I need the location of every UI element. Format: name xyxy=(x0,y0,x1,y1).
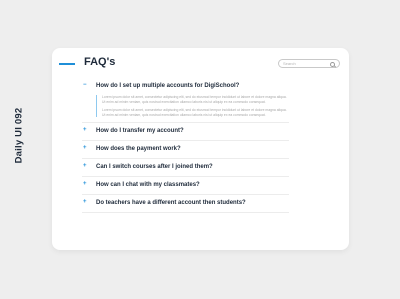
search-icon[interactable] xyxy=(330,61,335,67)
side-label: Daily UI 092 xyxy=(12,92,26,178)
faq-answer: Lorem ipsum dolor sit amet, consectetur … xyxy=(96,95,289,118)
daily-ui-label: Daily UI 092 xyxy=(13,107,25,163)
faq-question[interactable]: How can I chat with my classmates? xyxy=(96,181,289,189)
answer-paragraph: Lorem ipsum dolor sit amet, consectetur … xyxy=(102,95,287,104)
expand-icon[interactable]: + xyxy=(83,180,87,188)
faq-question[interactable]: How does the payment work? xyxy=(96,145,289,153)
faq-item-multiple-accounts[interactable]: − How do I set up multiple accounts for … xyxy=(82,78,289,124)
faq-list: − How do I set up multiple accounts for … xyxy=(82,78,289,214)
faq-question[interactable]: How do I transfer my account? xyxy=(96,127,289,135)
faq-question[interactable]: Can I switch courses after I joined them… xyxy=(96,163,289,171)
faq-item-switch-courses[interactable]: + Can I switch courses after I joined th… xyxy=(82,159,289,178)
expand-icon[interactable]: + xyxy=(83,162,87,170)
faq-item-payment[interactable]: + How does the payment work? xyxy=(82,141,289,160)
expand-icon[interactable]: + xyxy=(83,144,87,152)
faq-item-chat-classmates[interactable]: + How can I chat with my classmates? xyxy=(82,177,289,196)
faq-question[interactable]: Do teachers have a different account the… xyxy=(96,199,289,207)
page-title: FAQ's xyxy=(84,56,116,68)
answer-paragraph: Lorem ipsum dolor sit amet, consectetur … xyxy=(102,108,287,117)
faq-question[interactable]: How do I set up multiple accounts for Di… xyxy=(96,82,289,90)
faq-item-teacher-accounts[interactable]: + Do teachers have a different account t… xyxy=(82,195,289,214)
faq-item-transfer-account[interactable]: + How do I transfer my account? xyxy=(82,123,289,142)
expand-icon[interactable]: + xyxy=(83,198,87,206)
title-accent-line xyxy=(59,63,75,65)
expand-icon[interactable]: + xyxy=(83,126,87,134)
collapse-icon[interactable]: − xyxy=(83,81,87,89)
faq-card: FAQ's − How do I set up multiple account… xyxy=(52,48,349,250)
search-input[interactable] xyxy=(283,60,331,67)
search-box[interactable] xyxy=(278,59,340,68)
